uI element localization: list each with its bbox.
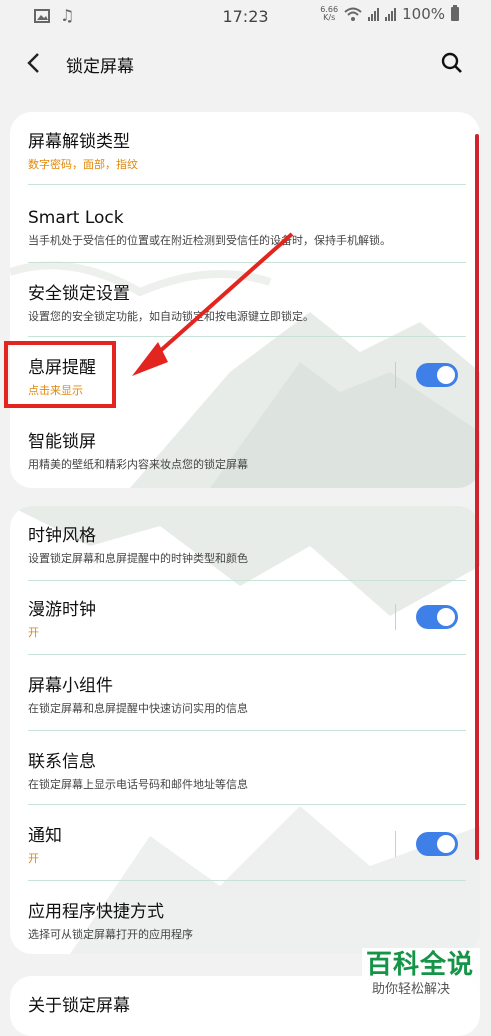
- divider: [28, 580, 466, 581]
- vertical-separator: [395, 831, 396, 857]
- divider: [28, 880, 466, 881]
- list-item-clock-style[interactable]: 时钟风格 设置锁定屏幕和息屏提醒中的时钟类型和颜色: [28, 526, 468, 566]
- vertical-separator: [395, 604, 396, 630]
- wifi-icon: [344, 7, 362, 21]
- status-bar: ♫ 17:23 6.66 K/s 100%: [0, 0, 491, 34]
- settings-card-display: 时钟风格 设置锁定屏幕和息屏提醒中的时钟类型和颜色 漫游时钟 开 屏幕小组件 在…: [10, 506, 480, 954]
- vertical-separator: [395, 362, 396, 388]
- list-item-smart-lock-screen[interactable]: 智能锁屏 用精美的壁纸和精彩内容来妆点您的锁定屏幕: [28, 432, 468, 472]
- list-item-secure-lock-settings[interactable]: 安全锁定设置 设置您的安全锁定功能，如自动锁定和按电源键立即锁定。: [28, 284, 468, 324]
- notifications-toggle[interactable]: [416, 832, 458, 856]
- list-item-smart-lock[interactable]: Smart Lock 当手机处于受信任的位置或在附近检测到受信任的设备时，保持手…: [28, 208, 468, 248]
- list-item-screen-widgets[interactable]: 屏幕小组件 在锁定屏幕和息屏提醒中快速访问实用的信息: [28, 676, 468, 716]
- divider: [28, 730, 466, 731]
- list-item-contact-info[interactable]: 联系信息 在锁定屏幕上显示电话号码和邮件地址等信息: [28, 752, 468, 792]
- divider: [28, 262, 466, 263]
- signal-4g-icon: [368, 7, 380, 21]
- back-arrow-icon[interactable]: [26, 48, 40, 81]
- signal-e-icon: [385, 7, 397, 21]
- divider: [28, 804, 466, 805]
- app-header: 锁定屏幕: [0, 34, 491, 92]
- always-on-display-toggle[interactable]: [416, 363, 458, 387]
- list-item-app-shortcuts[interactable]: 应用程序快捷方式 选择可从锁定屏幕打开的应用程序: [28, 902, 468, 942]
- divider: [28, 336, 466, 337]
- net-speed: 6.66 K/s: [320, 5, 339, 22]
- divider: [28, 184, 466, 185]
- battery-icon: [451, 5, 459, 21]
- battery-percent: 100%: [402, 5, 445, 23]
- roaming-clock-toggle[interactable]: [416, 605, 458, 629]
- list-item-roaming-clock[interactable]: 漫游时钟 开: [28, 600, 468, 640]
- list-item-notifications[interactable]: 通知 开: [28, 826, 468, 866]
- list-item-screen-lock-type[interactable]: 屏幕解锁类型 数字密码，面部，指纹: [28, 132, 468, 172]
- page-title: 锁定屏幕: [66, 57, 134, 77]
- settings-card-security: 屏幕解锁类型 数字密码，面部，指纹 Smart Lock 当手机处于受信任的位置…: [10, 112, 480, 488]
- divider: [28, 654, 466, 655]
- scrollbar[interactable]: [475, 134, 479, 860]
- watermark-logo: 百科全说 助你轻松解决: [362, 948, 480, 1006]
- highlight-box-annotation: [4, 341, 116, 408]
- search-icon[interactable]: [441, 52, 463, 74]
